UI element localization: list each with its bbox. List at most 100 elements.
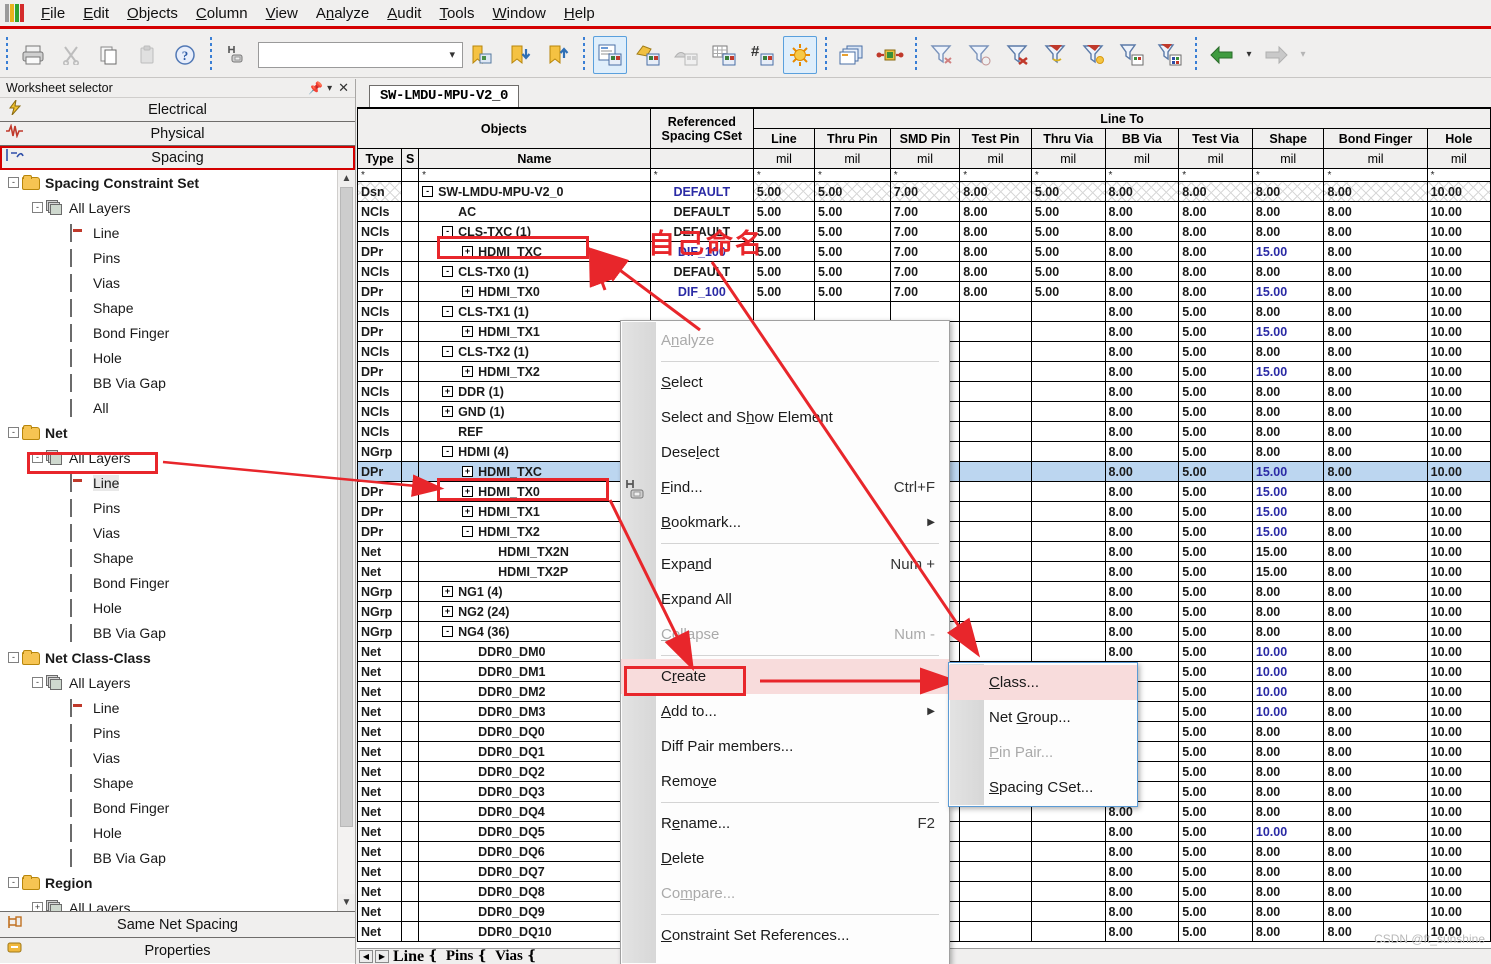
submenu-item-class[interactable]: Class... [949,665,1137,700]
cell-referenced-spacing-cset[interactable]: DIF_100 [649,281,754,302]
cell-hole[interactable]: 10.00 [1426,681,1491,702]
menu-help[interactable]: Help [555,3,604,24]
context-menu[interactable]: Analyze Select Select and Show Element Dese… [620,320,950,964]
tree-item-spacing-constraint-set[interactable]: - Spacing Constraint Set [0,170,337,195]
cell-shape[interactable]: 8.00 [1251,881,1325,902]
cell-test-via[interactable]: 5.00 [1178,361,1253,382]
cell-test-via[interactable]: 5.00 [1178,681,1253,702]
print-icon[interactable] [16,36,50,74]
cell-test-via[interactable]: 5.00 [1178,401,1253,422]
cell-bb-via[interactable]: 8.00 [1104,601,1180,622]
tree-item-all-layers[interactable]: - All Layers [0,670,337,695]
cell-name[interactable]: DDR0_DQ7 [418,861,651,882]
cell-name[interactable]: HDMI_TX2N [418,541,651,562]
cell-bond-finger[interactable]: 8.00 [1323,581,1428,602]
cell-bond-finger[interactable]: 8.00 [1323,841,1428,862]
sheet-tab-vias[interactable]: Vias [495,948,523,964]
cell-name[interactable]: DDR0_DQ9 [418,901,651,922]
cell-thru-via[interactable] [1030,401,1106,422]
cell-thru-pin[interactable]: 5.00 [813,281,891,302]
find-icon[interactable] [220,36,254,74]
cell-hole[interactable]: 10.00 [1426,261,1491,282]
cell-test-via[interactable]: 5.00 [1178,901,1253,922]
bookmark-view-icon[interactable] [465,36,499,74]
cell-hole[interactable]: 10.00 [1426,241,1491,262]
cell-hole[interactable]: 10.00 [1426,781,1491,802]
menu-window[interactable]: Window [483,3,554,24]
collapse-toggle-icon[interactable]: - [442,346,454,357]
cell-shape[interactable]: 8.00 [1251,421,1325,442]
cell-test-pin[interactable] [959,921,1032,942]
cell-thru-via[interactable] [1030,861,1106,882]
cell-bb-via[interactable]: 8.00 [1104,401,1180,422]
cell-test-via[interactable]: 5.00 [1178,621,1253,642]
column-referenced-spacing-cset[interactable]: Referenced Spacing CSet [649,108,754,149]
cell-shape[interactable]: 15.00 [1251,241,1325,262]
context-menu-item-rename[interactable]: Rename... F2 [621,806,949,841]
cell-test-pin[interactable] [959,301,1032,322]
cell-bond-finger[interactable]: 8.00 [1323,261,1428,282]
cell-thru-via[interactable] [1030,641,1106,662]
tree-item-line[interactable]: Line [0,470,337,495]
collapse-toggle-icon[interactable]: - [8,652,19,663]
cell-test-via[interactable]: 5.00 [1178,881,1253,902]
column-group-objects[interactable]: Objects [357,108,651,149]
cell-thru-via[interactable]: 5.00 [1030,221,1106,242]
electrical-worksheet-icon[interactable] [593,35,627,74]
column-header-hole[interactable]: Hole [1426,128,1491,149]
cell-bond-finger[interactable]: 8.00 [1323,481,1428,502]
submenu-item-spacing-cset[interactable]: Spacing CSet... [949,770,1137,805]
table-row[interactable]: NCls - CLS-TX1 (1) 8.00 5.00 8.00 8.00 10.00 [357,301,1491,322]
cell-name[interactable]: DDR0_DM3 [418,701,651,722]
collapse-toggle-icon[interactable]: - [32,202,43,213]
collapse-toggle-icon[interactable]: - [442,226,454,237]
filter-cell[interactable]: * [1426,168,1491,182]
cell-hole[interactable]: 10.00 [1426,821,1491,842]
context-menu-item-create[interactable]: Create ▶ [621,659,949,694]
cell-shape[interactable]: 8.00 [1251,301,1325,322]
cell-line[interactable]: 5.00 [752,181,815,202]
cell-bond-finger[interactable]: 8.00 [1323,361,1428,382]
tree-scrollbar[interactable]: ▲ ▼ [337,170,355,911]
context-menu-item-expand-all[interactable]: Expand All [621,582,949,617]
cell-referenced-spacing-cset[interactable] [649,301,754,322]
cell-name[interactable]: + HDMI_TX2 [418,361,651,382]
expand-toggle-icon[interactable]: + [462,246,474,257]
cell-test-pin[interactable] [959,821,1032,842]
context-menu-item-collapse[interactable]: Collapse Num - [621,617,949,652]
column-header-test-via[interactable]: Test Via [1178,128,1253,149]
cell-shape[interactable]: 15.00 [1251,321,1325,342]
filter-cell[interactable]: * [1323,168,1428,182]
cell-name[interactable]: + HDMI_TXC [418,461,651,482]
cell-thru-pin[interactable]: 5.00 [813,221,891,242]
sheet-tab-line[interactable]: Line [393,948,424,964]
cascade-windows-icon[interactable] [835,36,869,74]
context-menu-item-select-and-show-element[interactable]: Select and Show Element [621,400,949,435]
cell-hole[interactable]: 10.00 [1426,901,1491,922]
cell-bb-via[interactable]: 8.00 [1104,341,1180,362]
cell-test-via[interactable]: 5.00 [1178,461,1253,482]
cell-test-via[interactable]: 5.00 [1178,741,1253,762]
cell-referenced-spacing-cset[interactable]: DEFAULT [649,261,754,282]
cell-name[interactable]: DDR0_DQ2 [418,761,651,782]
cell-test-via[interactable]: 5.00 [1178,781,1253,802]
cell-bb-via[interactable]: 8.00 [1104,321,1180,342]
cell-thru-via[interactable] [1030,561,1106,582]
cell-test-pin[interactable] [959,581,1032,602]
sidebar-button-properties[interactable]: Properties [0,937,355,963]
cell-shape[interactable]: 8.00 [1251,581,1325,602]
cell-test-pin[interactable] [959,361,1032,382]
cell-bond-finger[interactable]: 8.00 [1323,381,1428,402]
cell-thru-via[interactable]: 5.00 [1030,201,1106,222]
cell-thru-via[interactable] [1030,481,1106,502]
cell-hole[interactable]: 10.00 [1426,441,1491,462]
column-header-bb-via[interactable]: BB Via [1104,128,1180,149]
tree-item-pins[interactable]: Pins [0,720,337,745]
tree-item-bond-finger[interactable]: Bond Finger [0,795,337,820]
constraint-tree[interactable]: - Spacing Constraint Set - All Layers Line Pi… [0,170,337,911]
cell-shape[interactable]: 8.00 [1251,401,1325,422]
cell-hole[interactable]: 10.00 [1426,561,1491,582]
cell-hole[interactable]: 10.00 [1426,601,1491,622]
cell-name[interactable]: + HDMI_TX1 [418,501,651,522]
cell-bond-finger[interactable]: 8.00 [1323,881,1428,902]
